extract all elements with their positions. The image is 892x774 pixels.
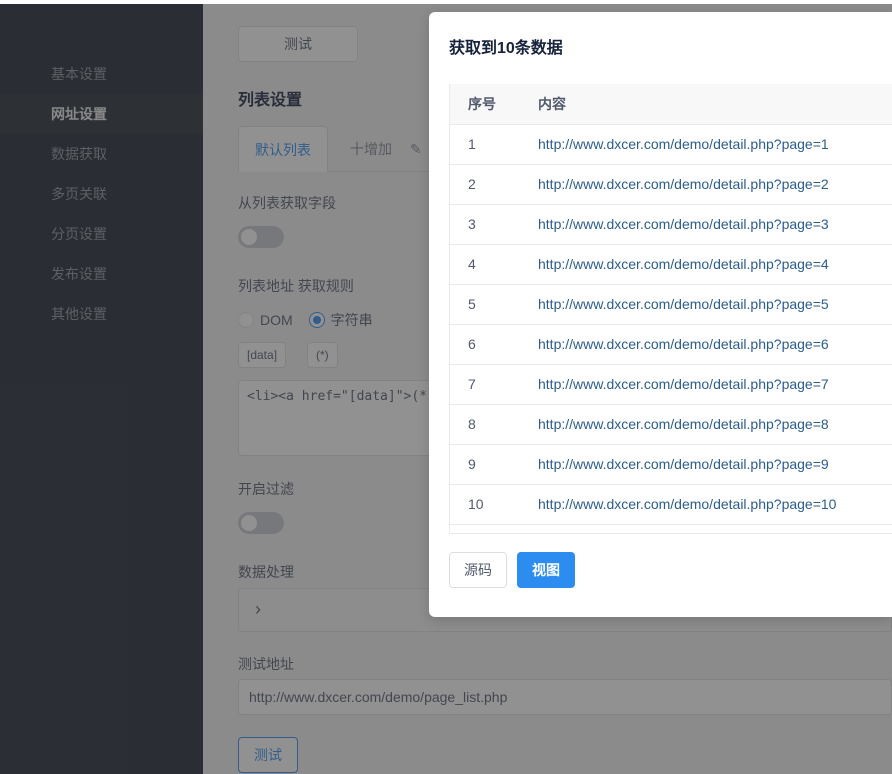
- sidebar-item-basic[interactable]: 基本设置: [0, 54, 203, 94]
- row-content: http://www.dxcer.com/demo/detail.php?pag…: [520, 484, 892, 525]
- row-content: http://www.dxcer.com/demo/detail.php?pag…: [520, 444, 892, 485]
- row-url-link[interactable]: http://www.dxcer.com/demo/detail.php?pag…: [538, 456, 829, 472]
- chevron-right-icon: ›: [255, 599, 261, 619]
- rule-type-radio-group: DOM 字符串: [238, 310, 373, 330]
- row-index: 6: [450, 324, 520, 365]
- column-header-index: 序号: [450, 84, 520, 125]
- row-index: 1: [450, 124, 520, 165]
- row-url-link[interactable]: http://www.dxcer.com/demo/detail.php?pag…: [538, 296, 829, 312]
- row-index: 3: [450, 204, 520, 245]
- view-button[interactable]: 视图: [517, 552, 575, 588]
- table-row: 5 http://www.dxcer.com/demo/detail.php?pa…: [450, 284, 892, 325]
- row-url-link[interactable]: http://www.dxcer.com/demo/detail.php?pag…: [538, 256, 829, 272]
- test-url-input[interactable]: http://www.dxcer.com/demo/page_list.php: [238, 679, 892, 715]
- sidebar-item-pagination[interactable]: 分页设置: [0, 214, 203, 254]
- row-url-link[interactable]: http://www.dxcer.com/demo/detail.php?pag…: [538, 416, 829, 432]
- radio-string[interactable]: [308, 312, 325, 328]
- row-content: http://www.dxcer.com/demo/detail.php?pag…: [520, 164, 892, 205]
- row-url-link[interactable]: http://www.dxcer.com/demo/detail.php?pag…: [538, 336, 829, 352]
- table-row: 4 http://www.dxcer.com/demo/detail.php?pa…: [450, 244, 892, 285]
- insert-data-tag-button[interactable]: [data]: [238, 342, 287, 368]
- table-body: 1 http://www.dxcer.com/demo/detail.php?pa…: [450, 124, 892, 525]
- tab-default-list[interactable]: 默认列表: [238, 126, 328, 172]
- row-url-link[interactable]: http://www.dxcer.com/demo/detail.php?pag…: [538, 496, 836, 512]
- row-content: http://www.dxcer.com/demo/detail.php?pag…: [520, 284, 892, 325]
- test-button-top[interactable]: 测试: [238, 26, 358, 62]
- modal-footer: 源码 视图: [449, 552, 575, 588]
- table-row: 7 http://www.dxcer.com/demo/detail.php?pa…: [450, 364, 892, 405]
- sidebar: 基本设置 网址设置 数据获取 多页关联 分页设置 发布设置 其他设置: [0, 4, 203, 774]
- test-button-bottom[interactable]: 测试: [238, 737, 298, 773]
- test-url-label: 测试地址: [238, 656, 294, 672]
- row-content: http://www.dxcer.com/demo/detail.php?pag…: [520, 204, 892, 245]
- modal-title: 获取到10条数据: [449, 40, 563, 57]
- sidebar-item-publish[interactable]: 发布设置: [0, 254, 203, 294]
- result-table-wrapper[interactable]: 序号 内容 1 http://www.dxcer.com/demo/detail.…: [449, 84, 892, 534]
- table-row: 1 http://www.dxcer.com/demo/detail.php?pa…: [450, 124, 892, 165]
- table-row: 9 http://www.dxcer.com/demo/detail.php?pa…: [450, 444, 892, 485]
- result-table: 序号 内容 1 http://www.dxcer.com/demo/detail.…: [450, 84, 892, 525]
- table-row: 8 http://www.dxcer.com/demo/detail.php?pa…: [450, 404, 892, 445]
- row-index: 7: [450, 364, 520, 405]
- table-row: 3 http://www.dxcer.com/demo/detail.php?pa…: [450, 204, 892, 245]
- row-url-link[interactable]: http://www.dxcer.com/demo/detail.php?pag…: [538, 216, 829, 232]
- sidebar-menu: 基本设置 网址设置 数据获取 多页关联 分页设置 发布设置 其他设置: [0, 54, 203, 334]
- column-header-content: 内容: [520, 84, 892, 125]
- source-button[interactable]: 源码: [449, 552, 507, 588]
- list-rule-label: 列表地址 获取规则: [238, 278, 354, 294]
- row-url-link[interactable]: http://www.dxcer.com/demo/detail.php?pag…: [538, 176, 829, 192]
- filter-switch[interactable]: [238, 512, 284, 534]
- filter-label: 开启过滤: [238, 481, 294, 497]
- radio-dom-label: DOM: [260, 312, 293, 328]
- radio-dom[interactable]: [238, 312, 254, 328]
- edit-icon[interactable]: ✎: [410, 126, 422, 172]
- row-index: 8: [450, 404, 520, 445]
- row-index: 9: [450, 444, 520, 485]
- section-title: 列表设置: [238, 92, 303, 109]
- row-index: 2: [450, 164, 520, 205]
- row-index: 4: [450, 244, 520, 285]
- row-url-link[interactable]: http://www.dxcer.com/demo/detail.php?pag…: [538, 136, 829, 152]
- sidebar-item-url[interactable]: 网址设置: [0, 94, 203, 134]
- radio-string-label: 字符串: [330, 312, 373, 328]
- row-content: http://www.dxcer.com/demo/detail.php?pag…: [520, 244, 892, 285]
- sidebar-item-data-fetch[interactable]: 数据获取: [0, 134, 203, 174]
- data-process-label: 数据处理: [238, 564, 294, 580]
- row-content: http://www.dxcer.com/demo/detail.php?pag…: [520, 404, 892, 445]
- sidebar-item-other[interactable]: 其他设置: [0, 294, 203, 334]
- table-row: 10 http://www.dxcer.com/demo/detail.php?p…: [450, 484, 892, 525]
- fetch-fields-label: 从列表获取字段: [238, 195, 336, 211]
- row-index: 10: [450, 484, 520, 525]
- sidebar-item-multi-page[interactable]: 多页关联: [0, 174, 203, 214]
- table-row: 6 http://www.dxcer.com/demo/detail.php?pa…: [450, 324, 892, 365]
- fetch-fields-switch[interactable]: [238, 226, 284, 248]
- row-content: http://www.dxcer.com/demo/detail.php?pag…: [520, 324, 892, 365]
- table-header-row: 序号 内容: [450, 84, 892, 125]
- row-content: http://www.dxcer.com/demo/detail.php?pag…: [520, 124, 892, 165]
- table-row: 2 http://www.dxcer.com/demo/detail.php?pa…: [450, 164, 892, 205]
- result-modal: 获取到10条数据 序号 内容 1 http://www.dxcer.com/dem…: [429, 12, 892, 617]
- row-url-link[interactable]: http://www.dxcer.com/demo/detail.php?pag…: [538, 376, 829, 392]
- row-index: 5: [450, 284, 520, 325]
- insert-wildcard-tag-button[interactable]: (*): [307, 342, 338, 368]
- row-content: http://www.dxcer.com/demo/detail.php?pag…: [520, 364, 892, 405]
- tab-add[interactable]: 十增加: [350, 126, 392, 172]
